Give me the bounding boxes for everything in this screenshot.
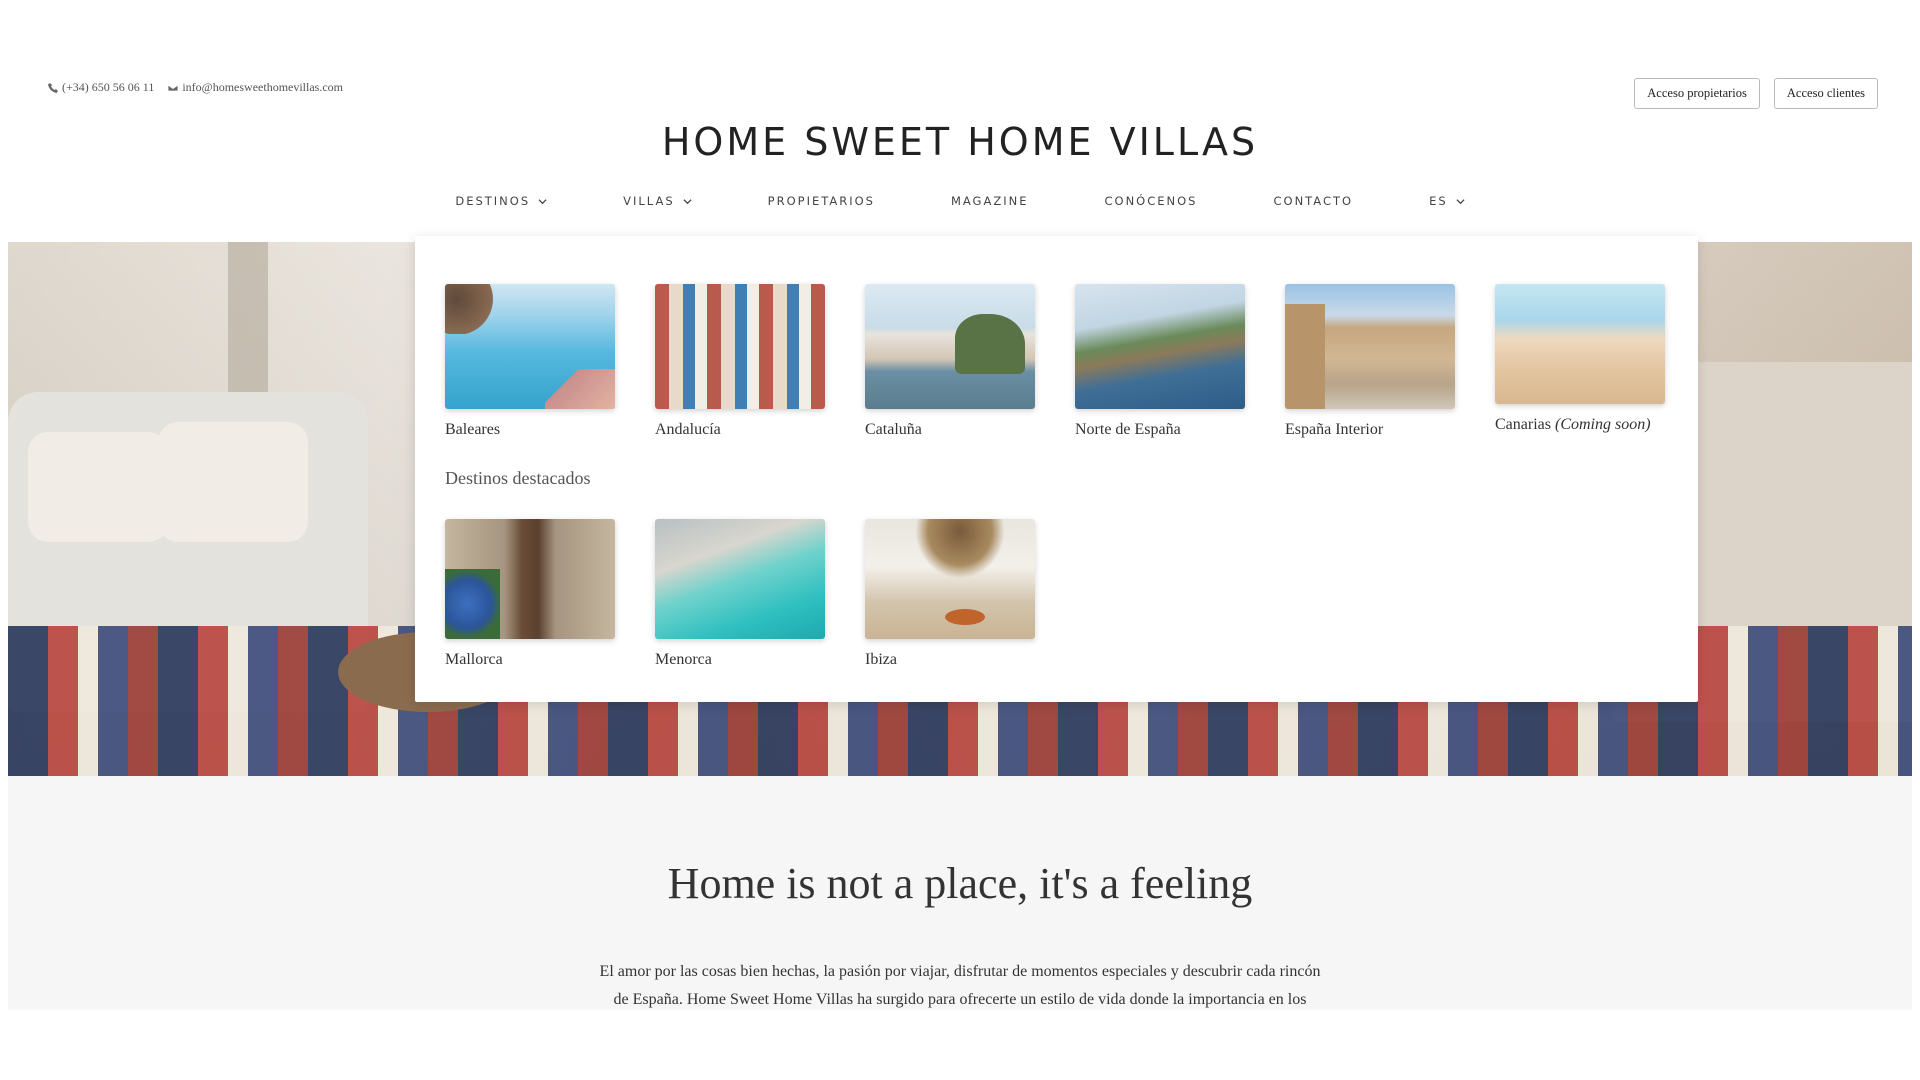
featured-card-ibiza[interactable]: Ibiza: [865, 519, 1035, 669]
nav-propietarios-label: PROPIETARIOS: [767, 194, 875, 208]
featured-title: Destinos destacados: [445, 468, 591, 488]
about-headline: Home is not a place, it's a feeling: [667, 859, 1253, 908]
phone-icon: [48, 82, 58, 93]
about-line-2: de España. Home Sweet Home Villas ha sur…: [613, 991, 1307, 1008]
about-paragraph: El amor por las cosas bien hechas, la pa…: [580, 958, 1340, 1014]
ibiza-image: [865, 519, 1035, 639]
chevron-down-icon: [538, 198, 547, 204]
dropdown-pointer: [445, 226, 465, 236]
hero-cushion: [28, 432, 168, 542]
nav-villas-label: VILLAS: [623, 194, 675, 208]
region-label: Baleares: [445, 421, 501, 438]
featured-label: Menorca: [655, 651, 712, 668]
baleares-image: [445, 284, 615, 409]
cataluna-image: [865, 284, 1035, 409]
email-address: info@homesweethomevillas.com: [182, 80, 344, 94]
nav-destinos-label: DESTINOS: [455, 194, 531, 208]
region-label: España Interior: [1285, 421, 1384, 438]
email-contact[interactable]: info@homesweethomevillas.com: [168, 80, 343, 95]
main-navigation: DESTINOS VILLAS PROPIETARIOS MAGAZINE CO…: [0, 194, 1920, 208]
envelope-icon: [168, 84, 179, 91]
norte-image: [1075, 284, 1245, 409]
phone-number: (+34) 650 56 06 11: [62, 80, 155, 94]
nav-magazine[interactable]: MAGAZINE: [951, 194, 1029, 208]
about-line-1: El amor por las cosas bien hechas, la pa…: [599, 963, 1321, 980]
nav-villas[interactable]: VILLAS: [623, 194, 692, 208]
region-label: Canarias (Coming soon): [1495, 416, 1665, 434]
nav-propietarios[interactable]: PROPIETARIOS: [768, 194, 875, 208]
coming-soon-note: (Coming soon): [1554, 416, 1651, 433]
language-label: ES: [1429, 194, 1448, 208]
canarias-label: Canarias: [1495, 416, 1551, 433]
interior-image: [1285, 284, 1455, 409]
nav-destinos[interactable]: DESTINOS: [455, 194, 547, 208]
logo-text: HOME SWEET HOME VILLAS: [661, 120, 1259, 164]
region-card-interior[interactable]: España Interior: [1285, 284, 1455, 439]
region-card-norte[interactable]: Norte de España: [1075, 284, 1245, 439]
nav-contacto-label: CONTACTO: [1273, 194, 1354, 208]
region-card-andalucia[interactable]: Andalucía: [655, 284, 825, 439]
clients-access-button[interactable]: Acceso clientes: [1773, 78, 1878, 109]
nav-contacto[interactable]: CONTACTO: [1273, 194, 1353, 208]
featured-card-mallorca[interactable]: Mallorca: [445, 519, 615, 669]
chevron-down-icon: [683, 198, 692, 204]
site-logo[interactable]: HOME SWEET HOME VILLAS: [0, 120, 1920, 164]
region-card-cataluna[interactable]: Cataluña: [865, 284, 1035, 439]
contact-info: (+34) 650 56 06 11 info@homesweethomevil…: [48, 80, 343, 95]
regions-grid: Baleares Andalucía Cataluña Norte de Esp…: [445, 284, 1665, 439]
nav-magazine-label: MAGAZINE: [950, 194, 1029, 208]
menorca-image: [655, 519, 825, 639]
chevron-down-icon: [1456, 198, 1465, 204]
region-card-baleares[interactable]: Baleares: [445, 284, 615, 439]
mallorca-image: [445, 519, 615, 639]
phone-contact[interactable]: (+34) 650 56 06 11: [48, 80, 154, 95]
region-label: Cataluña: [865, 421, 922, 438]
language-selector[interactable]: ES: [1429, 194, 1465, 208]
region-card-canarias[interactable]: Canarias (Coming soon): [1495, 284, 1665, 439]
access-buttons: Acceso propietarios Acceso clientes: [1634, 78, 1878, 109]
featured-grid: Mallorca Menorca Ibiza: [445, 519, 1035, 669]
destinos-dropdown: Baleares Andalucía Cataluña Norte de Esp…: [415, 236, 1698, 702]
featured-label: Ibiza: [865, 651, 897, 668]
region-label: Norte de España: [1075, 421, 1181, 438]
featured-label: Mallorca: [445, 651, 503, 668]
nav-conocenos[interactable]: CONÓCENOS: [1104, 194, 1197, 208]
canarias-image: [1495, 284, 1665, 404]
featured-card-menorca[interactable]: Menorca: [655, 519, 825, 669]
andalucia-image: [655, 284, 825, 409]
nav-conocenos-label: CONÓCENOS: [1104, 194, 1198, 208]
owners-access-button[interactable]: Acceso propietarios: [1634, 78, 1760, 109]
hero-cushion: [158, 422, 308, 542]
region-label: Andalucía: [655, 421, 721, 438]
